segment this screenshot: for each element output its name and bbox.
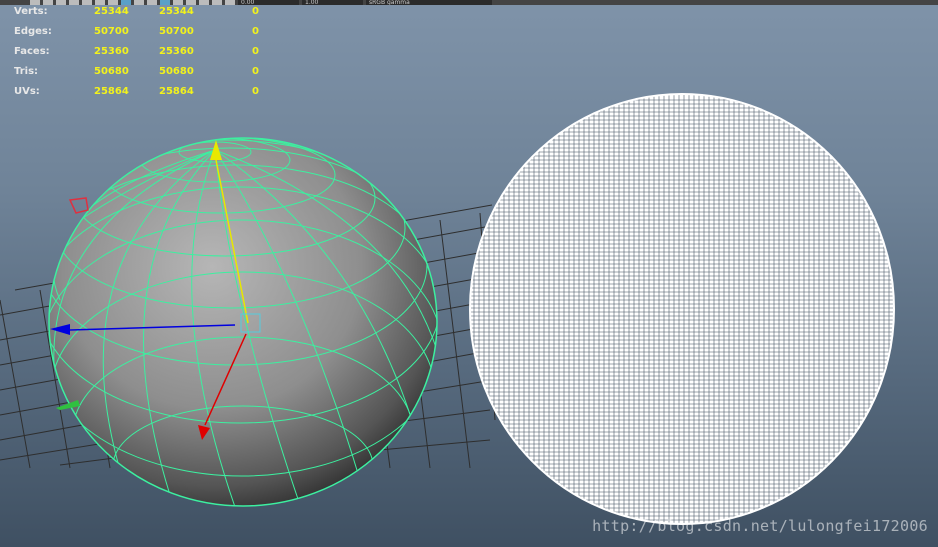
hud-label: Faces: bbox=[14, 46, 50, 57]
hud-label: Edges: bbox=[14, 26, 52, 37]
hud-label: UVs: bbox=[14, 86, 40, 97]
hud-value: 25360 bbox=[159, 46, 194, 57]
hud-value: 50680 bbox=[94, 66, 129, 77]
sphere-wireframe-dense[interactable] bbox=[469, 90, 900, 530]
hud-value: 25360 bbox=[94, 46, 129, 57]
hud-value: 0 bbox=[252, 26, 259, 37]
hud-label: Verts: bbox=[14, 6, 48, 17]
hud-value: 0 bbox=[252, 66, 259, 77]
hud-value: 25344 bbox=[94, 6, 129, 17]
manip-plane-handle-red[interactable] bbox=[68, 197, 89, 214]
viewport-3d[interactable] bbox=[0, 0, 938, 547]
hud-value: 0 bbox=[252, 86, 259, 97]
hud-value: 0 bbox=[252, 46, 259, 57]
hud-row-faces: Faces: 25360 25360 0 bbox=[0, 46, 270, 60]
hud-value: 50700 bbox=[94, 26, 129, 37]
hud-label: Tris: bbox=[14, 66, 39, 77]
hud-row-uvs: UVs: 25864 25864 0 bbox=[0, 86, 270, 100]
hud-value: 25864 bbox=[94, 86, 129, 97]
hud-row-verts: Verts: 25344 25344 0 bbox=[0, 6, 270, 20]
hud-row-tris: Tris: 50680 50680 0 bbox=[0, 66, 270, 80]
hud-value: 50680 bbox=[159, 66, 194, 77]
hud-value: 0 bbox=[252, 6, 259, 17]
hud-value: 25344 bbox=[159, 6, 194, 17]
hud-value: 25864 bbox=[159, 86, 194, 97]
hud-row-edges: Edges: 50700 50700 0 bbox=[0, 26, 270, 40]
watermark: http://blog.csdn.net/lulongfei172006 bbox=[592, 517, 928, 535]
hud-value: 50700 bbox=[159, 26, 194, 37]
